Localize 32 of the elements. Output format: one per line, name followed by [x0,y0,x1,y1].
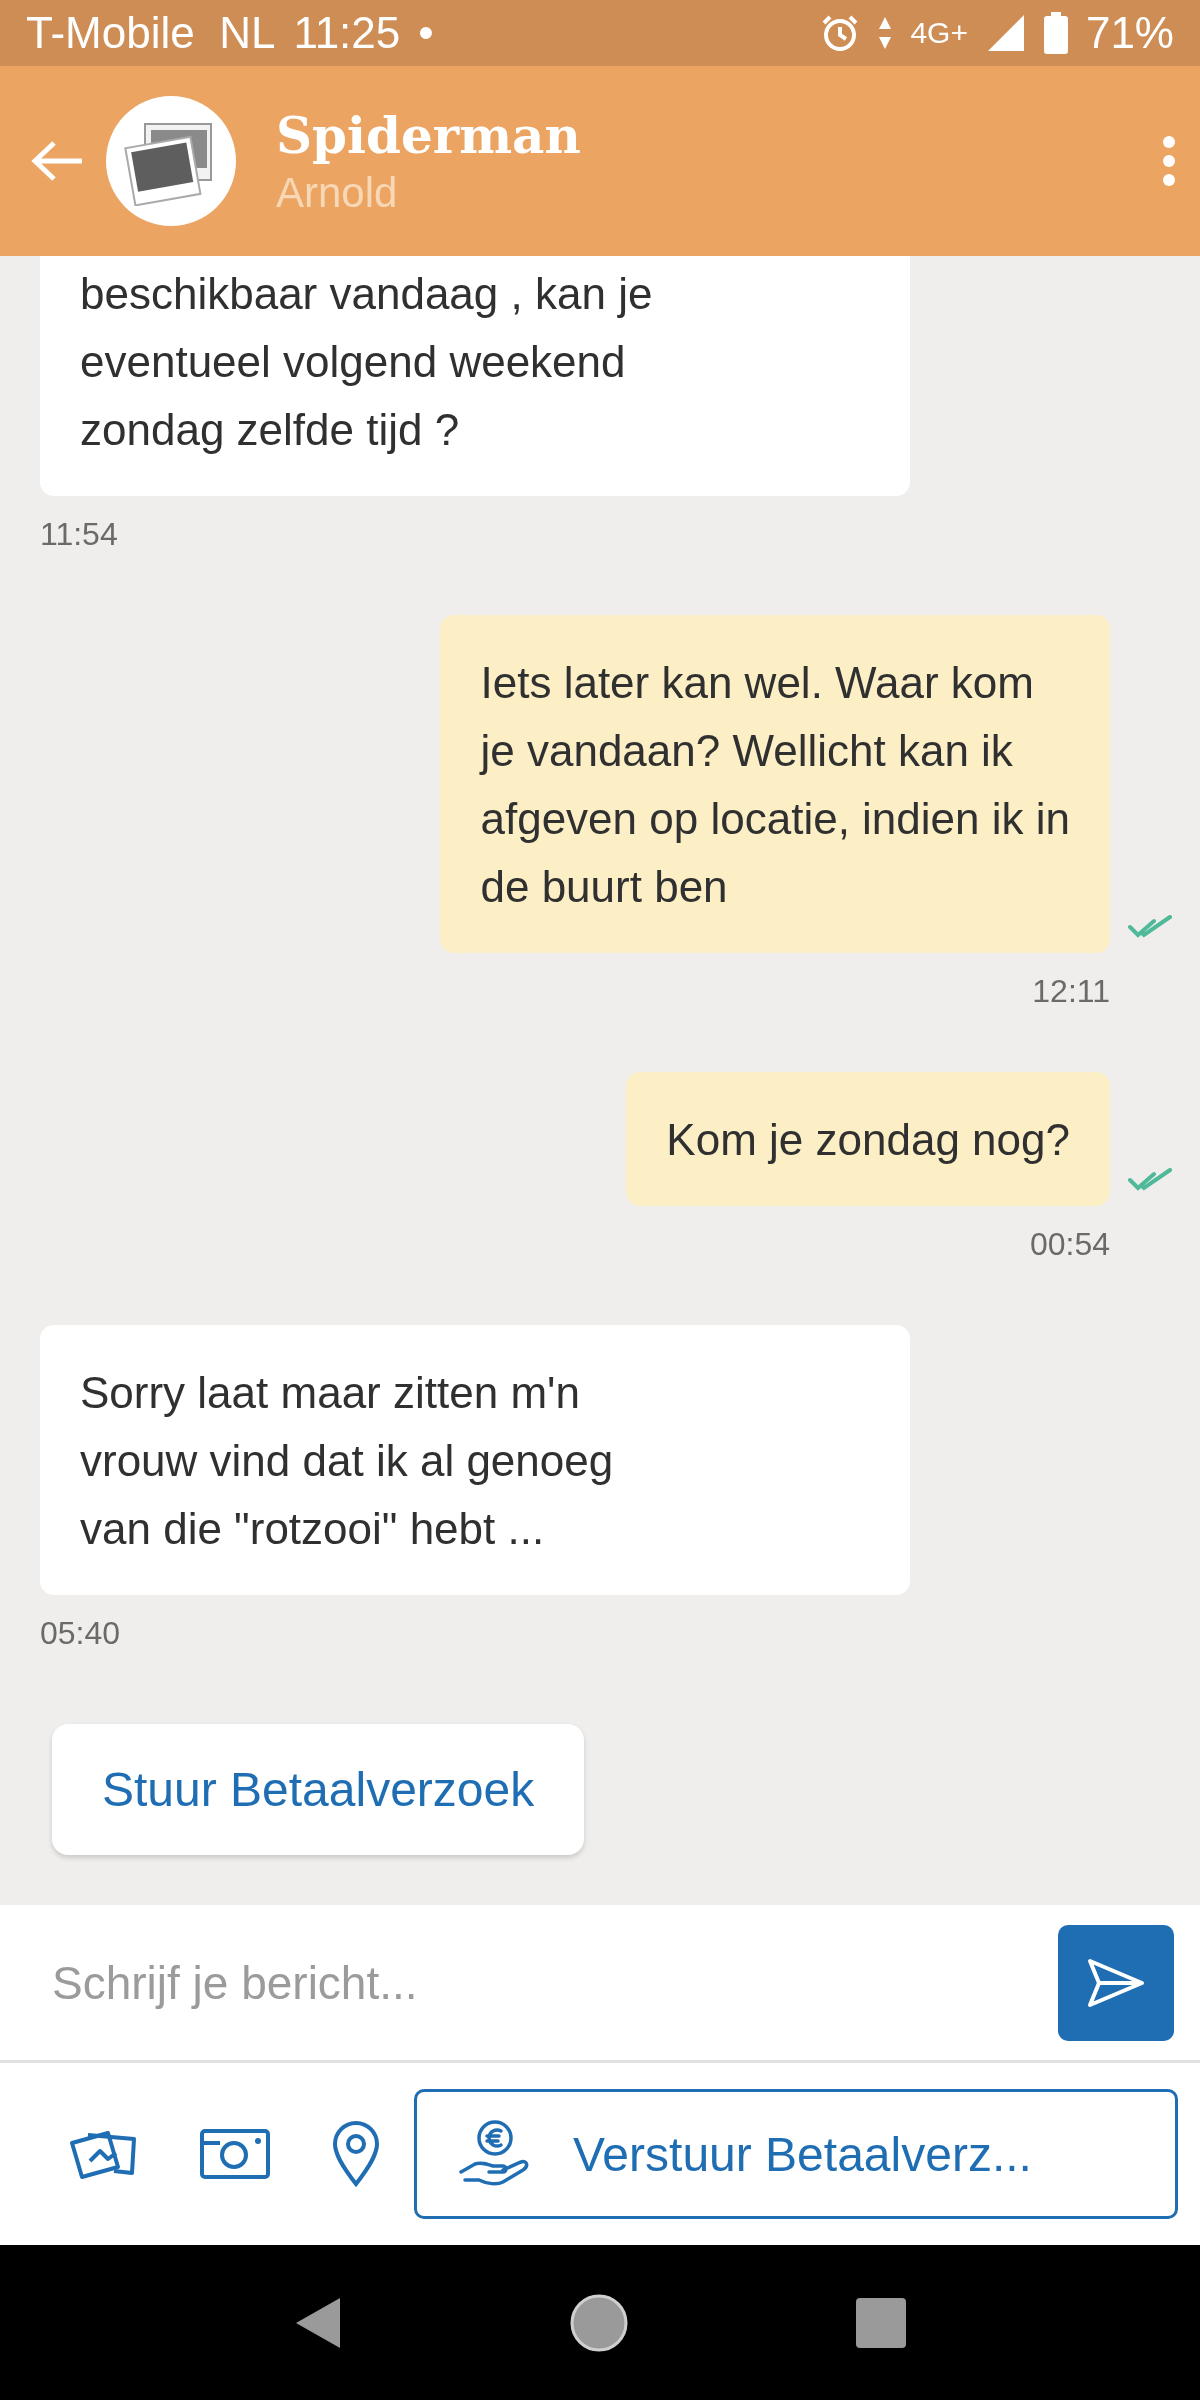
notification-dot: • [418,8,434,58]
home-circle-icon [569,2292,629,2353]
camera-icon [200,2127,270,2181]
send-payment-request-button[interactable]: Verstuur Betaalverz... [414,2089,1178,2219]
message-bubble: beschikbaar vandaag , kan je eventueel volgend weekend zondag zelfde tijd ? [40,256,910,496]
message-time: 11:54 [40,516,118,553]
data-arrows-icon [878,15,893,51]
message-input[interactable]: Schrijf je bericht... [50,1954,1058,2011]
nav-home-button[interactable] [569,2292,629,2353]
location-pin-icon [332,2120,380,2188]
camera-button[interactable] [200,2127,270,2181]
recents-square-icon [856,2297,907,2348]
payment-request-chip[interactable]: Stuur Betaalverzoek [52,1724,585,1855]
contact-subtitle: Arnold [276,168,399,217]
network-type: 4G+ [910,16,968,50]
back-arrow-icon [30,139,84,183]
send-icon [1087,1957,1145,2008]
contact-name: Spiderman [276,105,582,165]
button-label: Verstuur Betaalverz... [573,2126,1032,2182]
message-time: 05:40 [40,1615,121,1652]
battery-icon [1043,12,1068,54]
message-time: 00:54 [1029,1226,1110,1263]
carrier-text: T-Mobile NL [26,8,276,58]
location-button[interactable] [332,2120,380,2188]
nav-recents-button[interactable] [856,2297,907,2348]
clock-text: 11:25 [293,8,401,58]
send-button[interactable] [1058,1924,1174,2041]
message-time: 12:11 [1032,973,1110,1010]
message-composer[interactable]: Schrijf je bericht... [0,1905,1200,2063]
battery-percentage: 71% [1085,8,1174,58]
message-bubble: Sorry laat maar zitten m'n vrouw vind dat ik al genoeg van die "rotzooi" hebt ... [40,1325,910,1595]
more-icon [1162,135,1176,187]
